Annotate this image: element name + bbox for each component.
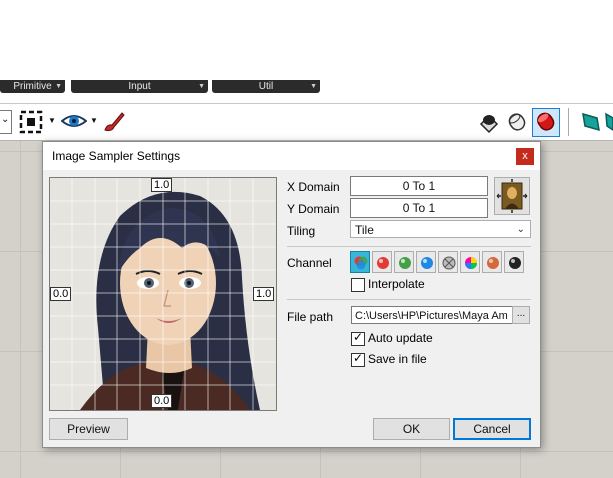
chevron-down-icon: ⌄ xyxy=(1,114,10,125)
paint-brush-icon[interactable] xyxy=(102,110,126,134)
canvas-toolbar: ⌄ ▼ ▼ xyxy=(0,104,613,140)
preview-button[interactable]: Preview xyxy=(49,418,128,440)
preview-left-label: 0.0 xyxy=(50,287,72,301)
channel-red-button[interactable] xyxy=(372,251,392,273)
colour-channel-icon xyxy=(354,256,368,270)
cancel-button[interactable]: Cancel xyxy=(453,418,531,440)
chevron-down-icon[interactable]: ▼ xyxy=(48,116,56,125)
interpolate-label: Interpolate xyxy=(368,277,425,291)
preview-right-label: 1.0 xyxy=(253,287,275,301)
file-path-input[interactable]: C:\Users\HP\Pictures\Maya Am xyxy=(351,306,517,324)
section-divider xyxy=(287,246,531,247)
channel-green-button[interactable] xyxy=(394,251,414,273)
channel-alpha-button[interactable] xyxy=(438,251,458,273)
red-channel-icon xyxy=(377,257,389,269)
preview-wire-icon[interactable] xyxy=(505,110,529,134)
channel-saturation-button[interactable] xyxy=(482,251,502,273)
fit-image-button[interactable] xyxy=(494,177,530,215)
preview-bottom-label: 0.0 xyxy=(151,394,173,408)
channel-hue-button[interactable] xyxy=(460,251,480,273)
chevron-down-icon[interactable]: ▼ xyxy=(90,116,98,125)
brightness-channel-icon xyxy=(509,257,521,269)
zoom-dropdown[interactable]: ⌄ xyxy=(0,110,12,134)
preview-teal-icon-2[interactable] xyxy=(604,112,613,132)
preview-top-label: 1.0 xyxy=(151,178,173,192)
x-domain-field[interactable]: 0 To 1 xyxy=(350,176,488,196)
tab-input-label: Input xyxy=(128,81,151,92)
dialog-title: Image Sampler Settings xyxy=(52,149,181,163)
save-in-file-checkbox[interactable]: ✓ xyxy=(351,351,365,367)
tab-expand-icon: ▼ xyxy=(55,83,62,90)
alpha-channel-icon xyxy=(442,256,456,270)
tiling-value: Tile xyxy=(355,223,374,237)
check-icon: ✓ xyxy=(353,330,364,344)
section-divider xyxy=(287,299,531,300)
auto-update-label: Auto update xyxy=(368,331,433,345)
image-preview[interactable]: 1.0 0.0 1.0 0.0 xyxy=(49,177,277,411)
toolbar-divider xyxy=(568,108,569,136)
eye-icon[interactable] xyxy=(60,111,88,131)
preview-teal-icon[interactable] xyxy=(579,110,603,134)
portrait-image xyxy=(50,178,276,410)
close-icon: x xyxy=(522,150,528,162)
tiling-label: Tiling xyxy=(287,224,316,238)
tab-expand-icon: ▼ xyxy=(310,83,317,90)
channel-brightness-button[interactable] xyxy=(504,251,524,273)
tab-util[interactable]: Util ▼ xyxy=(212,80,320,93)
preview-selected-icon[interactable] xyxy=(532,108,560,137)
saturation-channel-icon xyxy=(487,257,499,269)
save-in-file-label: Save in file xyxy=(368,352,427,366)
check-icon: ✓ xyxy=(353,351,364,365)
hue-channel-icon xyxy=(465,257,477,269)
tab-input[interactable]: Input ▼ xyxy=(71,80,208,93)
tiling-select[interactable]: Tile ⌄ xyxy=(350,220,531,238)
auto-update-checkbox[interactable]: ✓ xyxy=(351,330,365,346)
y-domain-label: Y Domain xyxy=(287,202,340,216)
portrait-icon xyxy=(496,179,528,213)
window-top-area xyxy=(0,0,613,80)
dialog-titlebar[interactable]: Image Sampler Settings x xyxy=(43,142,540,170)
image-sampler-dialog: Image Sampler Settings x 1.0 0.0 1.0 0.0… xyxy=(42,141,541,448)
browse-button[interactable]: ... xyxy=(512,306,530,324)
x-domain-label: X Domain xyxy=(287,180,340,194)
close-button[interactable]: x xyxy=(516,148,534,165)
preview-shaded-icon[interactable] xyxy=(477,110,501,134)
blue-channel-icon xyxy=(421,257,433,269)
y-domain-field[interactable]: 0 To 1 xyxy=(350,198,488,218)
tab-primitive-label: Primitive xyxy=(13,81,52,92)
channel-blue-button[interactable] xyxy=(416,251,436,273)
channel-label: Channel xyxy=(287,256,332,270)
tab-primitive[interactable]: Primitive ▼ xyxy=(0,80,65,93)
select-frame-icon[interactable] xyxy=(19,110,43,134)
channel-colour-button[interactable] xyxy=(350,251,370,273)
green-channel-icon xyxy=(399,257,411,269)
interpolate-checkbox[interactable] xyxy=(351,278,365,292)
tab-expand-icon: ▼ xyxy=(198,83,205,90)
chevron-down-icon: ⌄ xyxy=(516,224,525,235)
tab-util-label: Util xyxy=(258,81,274,92)
ok-button[interactable]: OK xyxy=(373,418,450,440)
file-path-label: File path xyxy=(287,310,334,324)
